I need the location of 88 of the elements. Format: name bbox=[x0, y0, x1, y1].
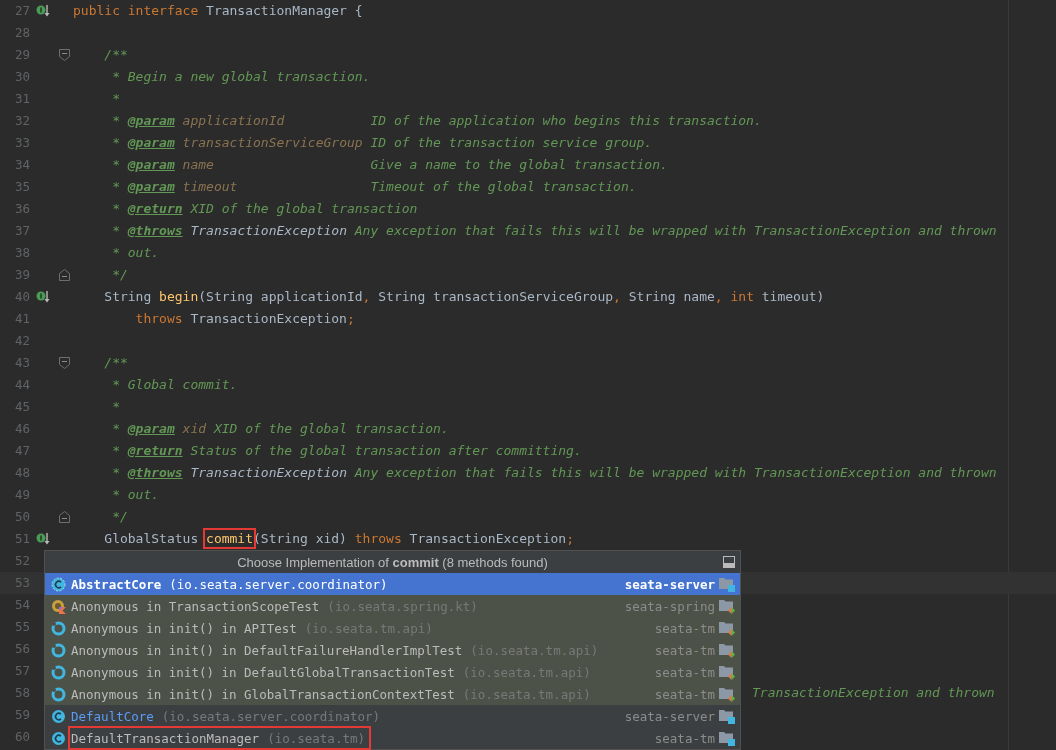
code-line: */ bbox=[111, 508, 128, 526]
class-name: Anonymous in TransactionScopeTest bbox=[71, 598, 320, 614]
line-number: 55 bbox=[13, 618, 30, 636]
line-number: 37 bbox=[13, 222, 30, 240]
line-number: 38 bbox=[13, 244, 30, 262]
code-line: * @param timeout Timeout of the global transaction. bbox=[111, 178, 637, 196]
code-line: public interface TransactionManager { bbox=[73, 2, 363, 20]
line-number: 52 bbox=[13, 552, 30, 570]
module-name: seata-tm bbox=[654, 664, 715, 680]
module-name: seata-spring bbox=[624, 598, 715, 614]
implementation-item[interactable]: AbstractCore (io.seata.server.coordinator) seata-server bbox=[45, 573, 740, 595]
code-line: /** bbox=[103, 354, 128, 372]
line-number: 29 bbox=[13, 46, 30, 64]
module-name: seata-tm bbox=[654, 686, 715, 702]
line-number: 41 bbox=[13, 310, 30, 328]
module-name: seata-tm bbox=[654, 642, 715, 658]
module-name: seata-server bbox=[624, 708, 715, 724]
line-number: 39 bbox=[13, 266, 30, 284]
class-name: Anonymous in init() in GlobalTransactionContextTest bbox=[71, 686, 455, 702]
line-number: 31 bbox=[13, 90, 30, 108]
code-line: * @return XID of the global transaction bbox=[111, 200, 418, 218]
code-line: * bbox=[111, 90, 120, 108]
line-number: 49 bbox=[13, 486, 30, 504]
implemented-icon[interactable] bbox=[36, 4, 50, 18]
popup-title: Choose Implementation of commit (8 methods found) bbox=[237, 554, 548, 570]
line-number: 56 bbox=[13, 640, 30, 658]
line-number: 46 bbox=[13, 420, 30, 438]
line-number: 43 bbox=[13, 354, 30, 372]
module-name: seata-server bbox=[624, 576, 715, 592]
line-number: 59 bbox=[13, 706, 30, 724]
code-line: String begin(String applicationId, String transactionServiceGroup, String name, int timeout) bbox=[103, 288, 825, 306]
class-name: DefaultTransactionManager bbox=[71, 730, 260, 746]
code-line: * @param xid XID of the global transaction. bbox=[111, 420, 449, 438]
fold-marker-icon[interactable] bbox=[59, 357, 70, 369]
implemented-icon[interactable] bbox=[36, 532, 50, 546]
line-number: 50 bbox=[13, 508, 30, 526]
implemented-icon[interactable] bbox=[36, 290, 50, 304]
code-line: * @param applicationId ID of the application who begins this transaction. bbox=[111, 112, 762, 130]
code-line: */ bbox=[111, 266, 128, 284]
line-number: 34 bbox=[13, 156, 30, 174]
code-line: * @param transactionServiceGroup ID of the transaction service group. bbox=[111, 134, 653, 152]
line-number: 47 bbox=[13, 442, 30, 460]
line-number: 45 bbox=[13, 398, 30, 416]
line-number: 32 bbox=[13, 112, 30, 130]
code-line: * @return Status of the global transaction after committing. bbox=[111, 442, 582, 460]
package-name: (io.seata.tm) bbox=[267, 730, 365, 746]
line-number: 48 bbox=[13, 464, 30, 482]
line-number: 58 bbox=[13, 684, 30, 702]
class-name: Anonymous in init() in APITest bbox=[71, 620, 297, 636]
implementation-item[interactable]: DefaultTransactionManager (io.seata.tm) seata-tm bbox=[45, 727, 740, 749]
line-number: 36 bbox=[13, 200, 30, 218]
line-number: 35 bbox=[13, 178, 30, 196]
pin-icon[interactable] bbox=[723, 556, 735, 568]
implementation-item[interactable]: DefaultCore (io.seata.server.coordinator) seata-server bbox=[45, 705, 740, 727]
fold-marker-icon[interactable] bbox=[59, 511, 70, 523]
line-number: 44 bbox=[13, 376, 30, 394]
code-line: * Global commit. bbox=[111, 376, 238, 394]
line-number: 54 bbox=[13, 596, 30, 614]
code-line: * Begin a new global transaction. bbox=[111, 68, 371, 86]
class-name: Anonymous in init() in DefaultGlobalTransactionTest bbox=[71, 664, 455, 680]
line-number: 30 bbox=[13, 68, 30, 86]
code-line: * bbox=[111, 398, 120, 416]
line-number: 60 bbox=[13, 728, 30, 746]
class-name: Anonymous in init() in DefaultFailureHandlerImplTest bbox=[71, 642, 463, 658]
code-line: throws TransactionException; bbox=[134, 310, 355, 328]
module-name: seata-tm bbox=[654, 620, 715, 636]
module-name: seata-tm bbox=[654, 730, 715, 746]
line-number: 57 bbox=[13, 662, 30, 680]
code-line: * @throws TransactionException Any exception that fails this will be wrapped with TransactionException and thrown bbox=[111, 222, 997, 240]
class-name: DefaultCore bbox=[71, 708, 154, 724]
code-line: * out. bbox=[111, 486, 160, 504]
code-line: * @param name Give a name to the global transaction. bbox=[111, 156, 668, 174]
fold-marker-icon[interactable] bbox=[59, 269, 70, 281]
code-line: * @throws TransactionException Any exception that fails this will be wrapped with TransactionException and thrown bbox=[111, 464, 997, 482]
line-number: 28 bbox=[13, 24, 30, 42]
package-name: (io.seata.server.coordinator) bbox=[161, 708, 381, 724]
fold-marker-icon[interactable] bbox=[59, 49, 70, 61]
code-line: TransactionException and thrown bbox=[752, 684, 995, 702]
package-name: (io.seata.server.coordinator) bbox=[169, 576, 388, 592]
line-number: 51 bbox=[13, 530, 30, 548]
line-number: 42 bbox=[13, 332, 30, 350]
line-number: 40 bbox=[13, 288, 30, 306]
class-name: AbstractCore bbox=[71, 576, 162, 592]
code-line: /** bbox=[103, 46, 128, 64]
code-line: * out. bbox=[111, 244, 160, 262]
line-number: 33 bbox=[13, 134, 30, 152]
line-number: 27 bbox=[13, 2, 30, 20]
code-line: GlobalStatus commit(String xid) throws TransactionException; bbox=[73, 530, 574, 548]
